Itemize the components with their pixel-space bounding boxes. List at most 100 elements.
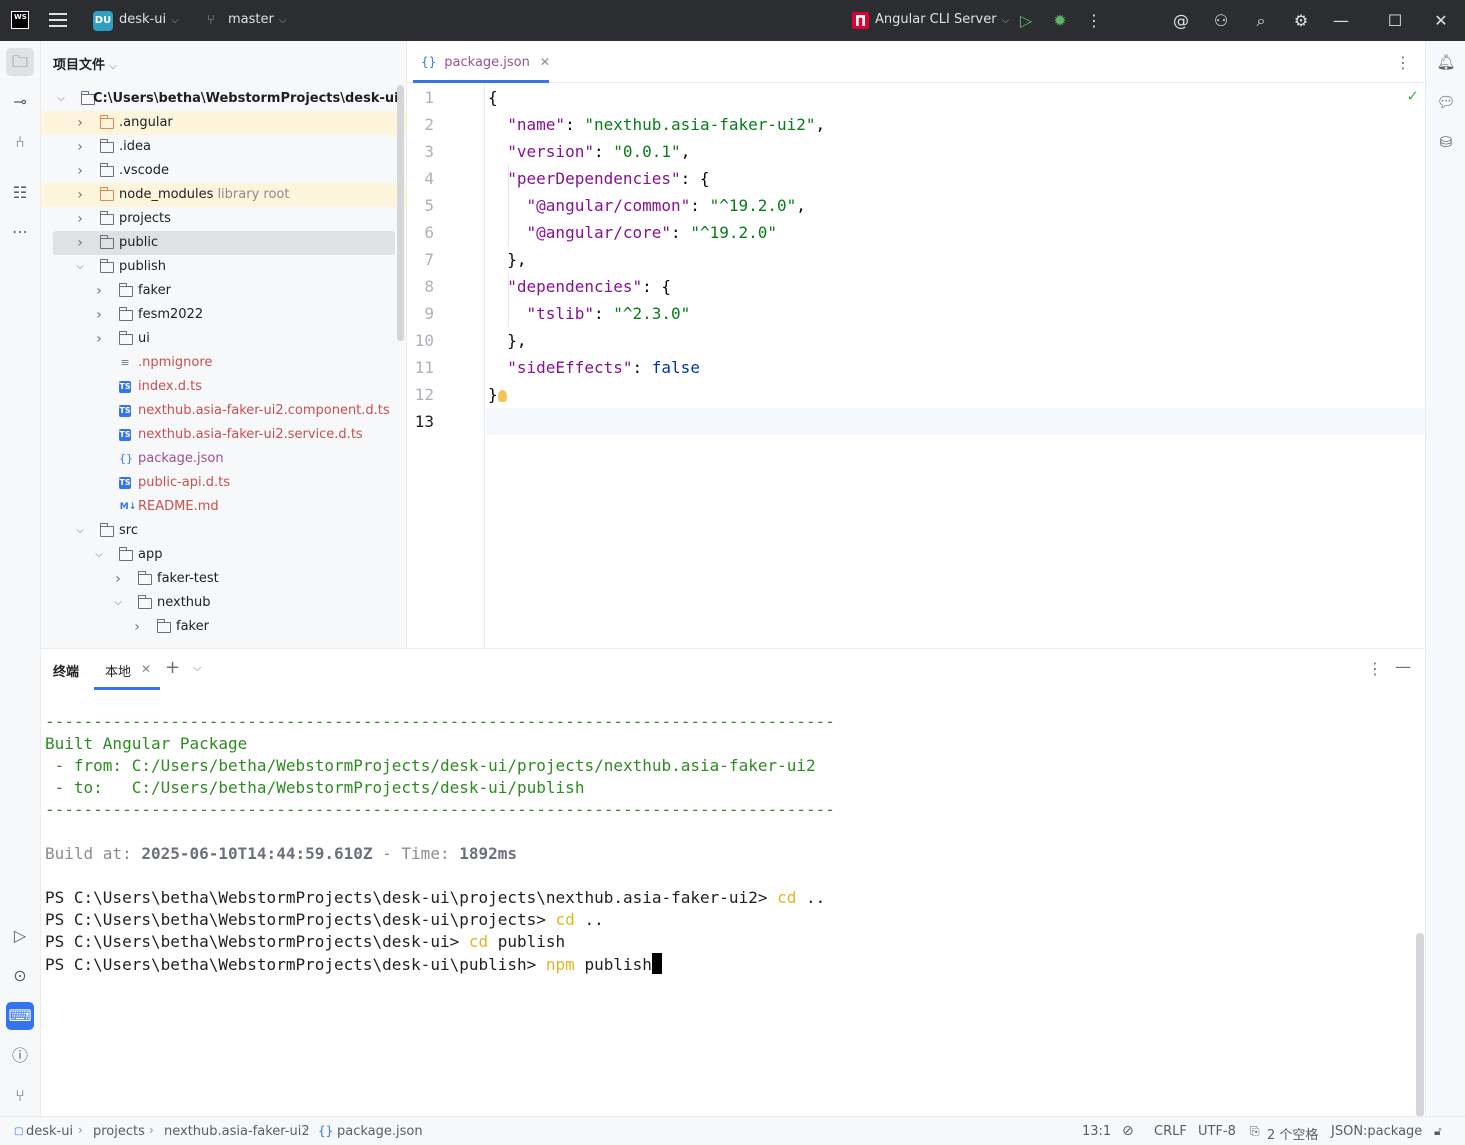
tree-item[interactable]: › node_modules library root xyxy=(41,183,406,207)
close-window-icon[interactable]: ✕ xyxy=(1430,10,1452,32)
indent-setting[interactable]: 2 个空格 xyxy=(1267,1124,1318,1143)
tree-item[interactable]: › projects xyxy=(41,207,406,231)
breadcrumb-package-json[interactable]: package.json xyxy=(337,1124,423,1139)
terminal-options-chevron-icon[interactable]: ⌵ xyxy=(193,661,201,675)
git-icon[interactable]: ⑂ xyxy=(6,1082,34,1110)
notifications-bell-icon[interactable]: 🔔︎ xyxy=(1435,51,1457,73)
commit-icon[interactable]: ⊸ xyxy=(6,88,34,116)
tab-actions-icon[interactable]: ⋮ xyxy=(1395,53,1411,72)
more-actions-icon[interactable]: ⋮ xyxy=(1083,10,1105,32)
tree-item[interactable]: › .vscode xyxy=(41,159,406,183)
project-scrollbar[interactable] xyxy=(397,85,404,341)
new-terminal-plus-icon[interactable]: + xyxy=(165,657,180,678)
file-encoding[interactable]: UTF-8 xyxy=(1198,1124,1236,1139)
code-line: "dependencies": { xyxy=(507,277,672,296)
line-number: 2 xyxy=(424,115,434,134)
chevron-down-icon[interactable]: ⌵ xyxy=(55,87,67,111)
database-icon[interactable]: ⛁ xyxy=(1435,131,1457,153)
tree-item[interactable]: › faker-test xyxy=(41,567,406,591)
tree-item[interactable]: ⌵ src xyxy=(41,519,406,543)
pull-requests-icon[interactable]: ⑃ xyxy=(6,128,34,156)
caret-position[interactable]: 13:1 xyxy=(1082,1124,1111,1139)
structure-icon[interactable]: ☷ xyxy=(6,179,34,207)
tree-item[interactable]: {} package.json xyxy=(41,447,406,471)
tree-item-label: projects xyxy=(119,207,171,231)
chevron-down-icon[interactable]: ⌵ xyxy=(74,519,86,543)
chevron-down-icon[interactable]: ⌵ xyxy=(74,255,86,279)
maximize-window-icon[interactable]: ☐ xyxy=(1384,10,1406,32)
chevron-right-icon[interactable]: › xyxy=(74,111,86,135)
tree-item[interactable]: › .idea xyxy=(41,135,406,159)
project-folder-icon[interactable]: 🗀 xyxy=(6,48,34,76)
code-with-me-icon[interactable]: ⚇ xyxy=(1210,10,1232,32)
main-menu-icon[interactable] xyxy=(49,13,67,27)
tree-item[interactable]: › .angular xyxy=(41,111,406,135)
webstorm-logo-icon[interactable]: WS _ xyxy=(11,11,29,29)
more-tools-icon[interactable]: ⋯ xyxy=(6,218,34,246)
code-area[interactable]: { "name": "nexthub.asia-faker-ui2", "ver… xyxy=(486,83,1425,648)
breadcrumb-projects[interactable]: projects xyxy=(93,1124,145,1139)
ai-chat-icon[interactable]: 💬︎ xyxy=(1435,91,1457,113)
breadcrumb-desk-ui[interactable]: desk-ui xyxy=(26,1124,73,1139)
ai-assistant-icon[interactable]: @ xyxy=(1170,10,1192,32)
chevron-right-icon[interactable]: › xyxy=(74,231,86,255)
tree-item[interactable]: › faker xyxy=(41,615,406,639)
chevron-right-icon[interactable]: › xyxy=(112,567,124,591)
chevron-right-icon[interactable]: › xyxy=(131,615,143,639)
terminal-more-icon[interactable]: ⋮ xyxy=(1367,659,1383,678)
tree-item[interactable]: ⌵ app xyxy=(41,543,406,567)
run-icon[interactable]: ▷ xyxy=(1015,10,1037,32)
chevron-right-icon[interactable]: › xyxy=(74,207,86,231)
services-icon[interactable]: ⊙ xyxy=(6,962,34,990)
tab-package-json[interactable]: {} package.json ✕ xyxy=(409,41,562,83)
problems-icon[interactable]: ⓘ xyxy=(6,1042,34,1070)
debug-icon[interactable]: ✹ xyxy=(1049,10,1071,32)
tree-item[interactable]: TS nexthub.asia-faker-ui2.service.d.ts xyxy=(41,423,406,447)
tree-item[interactable]: ⌵ publish xyxy=(41,255,406,279)
run-tool-icon[interactable]: ▷ xyxy=(6,922,34,950)
branch-switcher[interactable]: master ⌵ xyxy=(228,12,286,27)
minimize-window-icon[interactable]: — xyxy=(1330,10,1352,32)
close-tab-icon[interactable]: ✕ xyxy=(540,55,550,69)
current-line-highlight xyxy=(486,408,1425,435)
run-configuration-selector[interactable]: Angular CLI Server ⌵ xyxy=(875,12,1009,27)
hide-panel-minimize-icon[interactable]: — xyxy=(1395,657,1411,676)
breadcrumb-nexthub[interactable]: nexthub.asia-faker-ui2 xyxy=(164,1124,310,1139)
terminal-icon[interactable]: ⌨ xyxy=(6,1002,34,1030)
tree-item[interactable]: TS index.d.ts xyxy=(41,375,406,399)
tree-item[interactable]: TS nexthub.asia-faker-ui2.component.d.ts xyxy=(41,399,406,423)
terminal-tab-local[interactable]: 本地 xyxy=(105,661,131,680)
no-problems-check-icon[interactable]: ✓ xyxy=(1406,87,1419,105)
tree-item[interactable]: ⌵ C:\Users\betha\WebstormProjects\desk-ui xyxy=(41,87,406,111)
chevron-right-icon[interactable]: › xyxy=(93,327,105,351)
chevron-right-icon[interactable]: › xyxy=(93,303,105,327)
tree-item[interactable]: ⌵ nexthub xyxy=(41,591,406,615)
chevron-right-icon[interactable]: › xyxy=(93,279,105,303)
project-switcher[interactable]: desk-ui ⌵ xyxy=(119,12,179,27)
tree-item[interactable]: › fesm2022 xyxy=(41,303,406,327)
search-icon[interactable]: ⌕ xyxy=(1250,10,1272,32)
line-ending[interactable]: CRLF xyxy=(1154,1124,1187,1139)
chevron-right-icon[interactable]: › xyxy=(74,183,86,207)
tree-item[interactable]: M↓ README.md xyxy=(41,495,406,519)
no-inspections-icon[interactable]: ⊘ xyxy=(1122,1123,1134,1139)
settings-gear-icon[interactable]: ⚙ xyxy=(1290,10,1312,32)
file-type[interactable]: JSON:package xyxy=(1331,1124,1422,1139)
terminal-scrollbar[interactable] xyxy=(1416,933,1424,1117)
project-badge[interactable]: DU xyxy=(93,11,113,31)
readonly-lock-icon[interactable]: 🔓︎ xyxy=(1434,1124,1442,1139)
folder-icon xyxy=(99,259,114,273)
tree-item[interactable]: ≡ .npmignore xyxy=(41,351,406,375)
tree-item[interactable]: TS public-api.d.ts xyxy=(41,471,406,495)
chevron-down-icon[interactable]: ⌵ xyxy=(112,591,124,615)
tree-item[interactable]: › ui xyxy=(41,327,406,351)
close-terminal-tab-icon[interactable]: ✕ xyxy=(141,662,151,676)
chevron-right-icon[interactable]: › xyxy=(74,135,86,159)
intention-lightbulb-icon[interactable] xyxy=(497,389,507,402)
tree-item[interactable]: › faker xyxy=(41,279,406,303)
chevron-down-icon[interactable]: ⌵ xyxy=(93,543,105,567)
active-terminal-tab-indicator xyxy=(94,687,160,690)
project-view-selector[interactable]: 项目文件 ⌵ xyxy=(53,54,117,73)
chevron-right-icon[interactable]: › xyxy=(74,159,86,183)
tree-item[interactable]: › public xyxy=(53,231,395,255)
